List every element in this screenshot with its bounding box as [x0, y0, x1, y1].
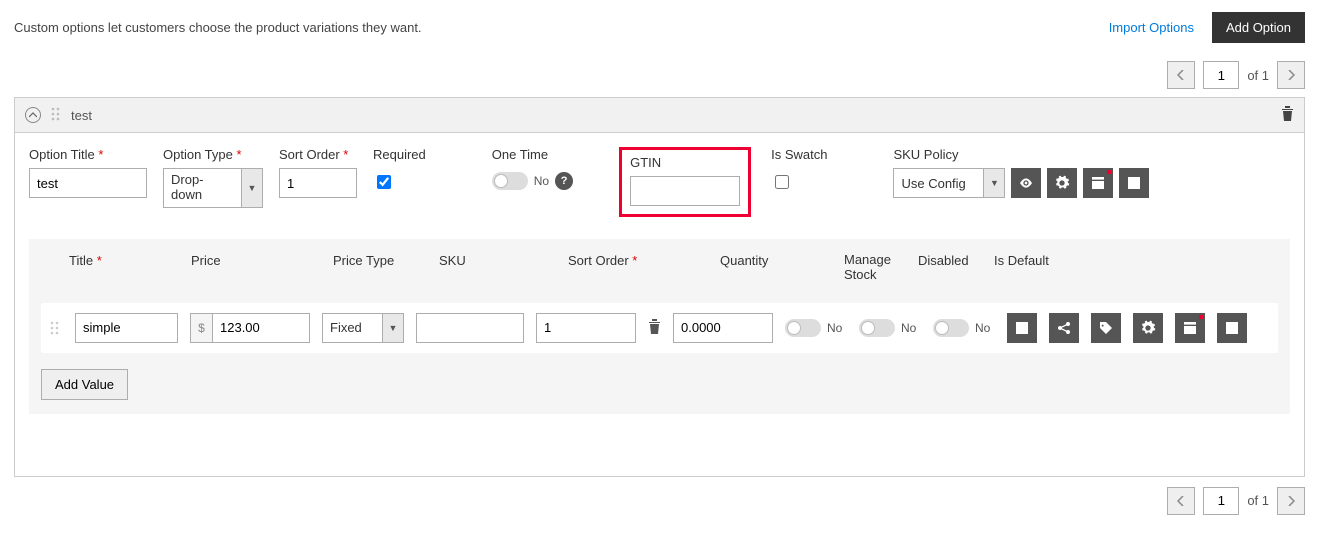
row-list-button[interactable]	[1217, 313, 1247, 343]
trash-icon	[1281, 106, 1294, 121]
list-icon	[1126, 175, 1142, 191]
import-options-link[interactable]: Import Options	[1109, 20, 1194, 35]
sort-order-label: Sort Order	[279, 147, 357, 162]
template-button[interactable]	[1083, 168, 1113, 198]
option-name-label: test	[71, 108, 1271, 123]
price-type-select[interactable]: Fixed ▼	[322, 313, 404, 343]
col-title: Title	[69, 253, 177, 283]
manage-stock-toggle[interactable]	[785, 319, 821, 337]
onetime-value: No	[534, 174, 549, 188]
help-icon[interactable]: ?	[555, 172, 573, 190]
share-icon	[1056, 320, 1072, 336]
template-icon	[1090, 175, 1106, 191]
gtin-label: GTIN	[630, 155, 740, 170]
required-checkbox[interactable]	[377, 175, 391, 189]
option-type-select[interactable]: Drop-down ▼	[163, 168, 263, 208]
add-option-button[interactable]: Add Option	[1212, 12, 1305, 43]
chevron-right-icon	[1287, 496, 1295, 506]
disabled-value: No	[901, 321, 916, 335]
col-sort: Sort Order	[568, 253, 706, 283]
gtin-input[interactable]	[630, 176, 740, 206]
isswatch-checkbox[interactable]	[775, 175, 789, 189]
skupolicy-value: Use Config	[893, 168, 983, 198]
isdefault-value: No	[975, 321, 990, 335]
skupolicy-select[interactable]: Use Config ▼	[893, 168, 1005, 198]
link-button[interactable]	[1049, 313, 1079, 343]
disabled-toggle[interactable]	[859, 319, 895, 337]
chevron-up-icon	[29, 112, 37, 118]
settings-button[interactable]	[1047, 168, 1077, 198]
template-icon	[1182, 320, 1198, 336]
row-template-button[interactable]	[1175, 313, 1205, 343]
pager-next-button-bottom[interactable]	[1277, 487, 1305, 515]
chevron-right-icon	[1287, 70, 1295, 80]
option-panel: test Option Title Option Type Drop-down …	[14, 97, 1305, 477]
col-mstock: Manage Stock	[844, 253, 904, 283]
values-table: Title Price Price Type SKU Sort Order Qu…	[29, 239, 1290, 414]
option-type-value: Drop-down	[163, 168, 241, 208]
value-row: $ Fixed ▼ No No	[41, 303, 1278, 353]
price-type-value: Fixed	[322, 313, 382, 343]
chevron-down-icon: ▼	[241, 168, 263, 208]
image-icon	[1014, 320, 1030, 336]
sort-order-input[interactable]	[279, 168, 357, 198]
option-type-label: Option Type	[163, 147, 263, 162]
drag-handle-icon[interactable]	[51, 107, 61, 124]
chevron-down-icon: ▼	[382, 313, 404, 343]
tag-button[interactable]	[1091, 313, 1121, 343]
image-button[interactable]	[1007, 313, 1037, 343]
value-sort-input[interactable]	[536, 313, 636, 343]
option-title-label: Option Title	[29, 147, 147, 162]
list-icon	[1224, 320, 1240, 336]
page-description: Custom options let customers choose the …	[14, 20, 1109, 35]
onetime-toggle[interactable]	[492, 172, 528, 190]
isswatch-label: Is Swatch	[771, 147, 827, 162]
required-label: Required	[373, 147, 426, 162]
skupolicy-label: SKU Policy	[893, 147, 1149, 162]
value-price-input[interactable]	[212, 313, 310, 343]
pager-next-button[interactable]	[1277, 61, 1305, 89]
row-settings-button[interactable]	[1133, 313, 1163, 343]
visibility-button[interactable]	[1011, 168, 1041, 198]
chevron-left-icon	[1177, 70, 1185, 80]
col-isdefault: Is Default	[994, 253, 1062, 283]
pager-prev-button[interactable]	[1167, 61, 1195, 89]
col-qty: Quantity	[720, 253, 830, 283]
col-price-type: Price Type	[333, 253, 425, 283]
eye-icon	[1018, 175, 1034, 191]
pager-of-label: of 1	[1247, 68, 1269, 83]
col-price: Price	[191, 253, 319, 283]
col-disabled: Disabled	[918, 253, 980, 283]
collapse-toggle[interactable]	[25, 107, 41, 123]
gear-icon	[1054, 175, 1070, 191]
add-value-button[interactable]: Add Value	[41, 369, 128, 400]
option-title-input[interactable]	[29, 168, 147, 198]
list-button[interactable]	[1119, 168, 1149, 198]
currency-symbol: $	[190, 313, 212, 343]
pager-page-input-bottom[interactable]	[1203, 487, 1239, 515]
pager-page-input[interactable]	[1203, 61, 1239, 89]
value-title-input[interactable]	[75, 313, 178, 343]
chevron-left-icon	[1177, 496, 1185, 506]
drag-handle-icon[interactable]	[47, 321, 63, 335]
isdefault-toggle[interactable]	[933, 319, 969, 337]
col-sku: SKU	[439, 253, 554, 283]
chevron-down-icon: ▼	[983, 168, 1005, 198]
manage-stock-value: No	[827, 321, 842, 335]
delete-option-button[interactable]	[1281, 106, 1294, 124]
gear-icon	[1140, 320, 1156, 336]
value-qty-input[interactable]	[673, 313, 773, 343]
pager-prev-button-bottom[interactable]	[1167, 487, 1195, 515]
pager-of-label-bottom: of 1	[1247, 493, 1269, 508]
value-sku-input[interactable]	[416, 313, 524, 343]
trash-icon	[648, 319, 661, 334]
delete-value-button[interactable]	[648, 319, 661, 337]
tag-icon	[1098, 320, 1114, 336]
onetime-label: One Time	[492, 147, 573, 162]
gtin-highlight-box: GTIN	[619, 147, 751, 217]
